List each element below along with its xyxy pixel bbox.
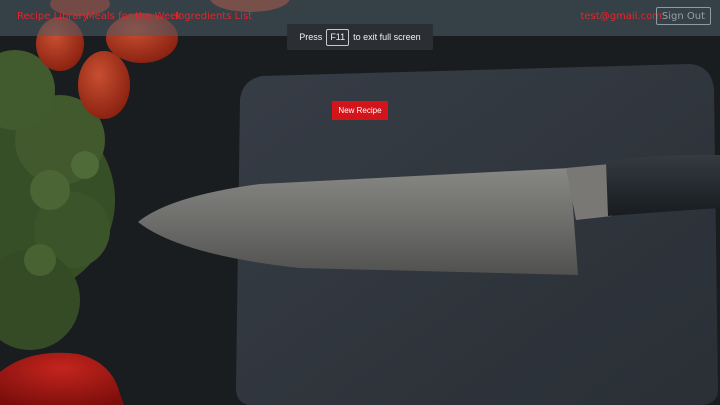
toast-suffix: to exit full screen [353, 32, 421, 42]
nav-link-ingredients-list[interactable]: Ingredients List [175, 11, 252, 22]
sign-out-button[interactable]: Sign Out [655, 7, 711, 25]
toast-prefix: Press [299, 32, 323, 42]
app-window: Recipe Library Meals for the Week Ingred… [0, 0, 720, 405]
new-recipe-button[interactable]: New Recipe [332, 101, 388, 120]
toast-key: F11 [326, 28, 350, 46]
nav-link-recipe-library[interactable]: Recipe Library [17, 11, 89, 22]
fullscreen-toast: Press F11 to exit full screen [287, 24, 433, 50]
user-email: test@gmail.com [580, 11, 662, 22]
background-photo [0, 0, 720, 405]
nav-link-meals-for-the-week[interactable]: Meals for the Week [86, 11, 182, 22]
